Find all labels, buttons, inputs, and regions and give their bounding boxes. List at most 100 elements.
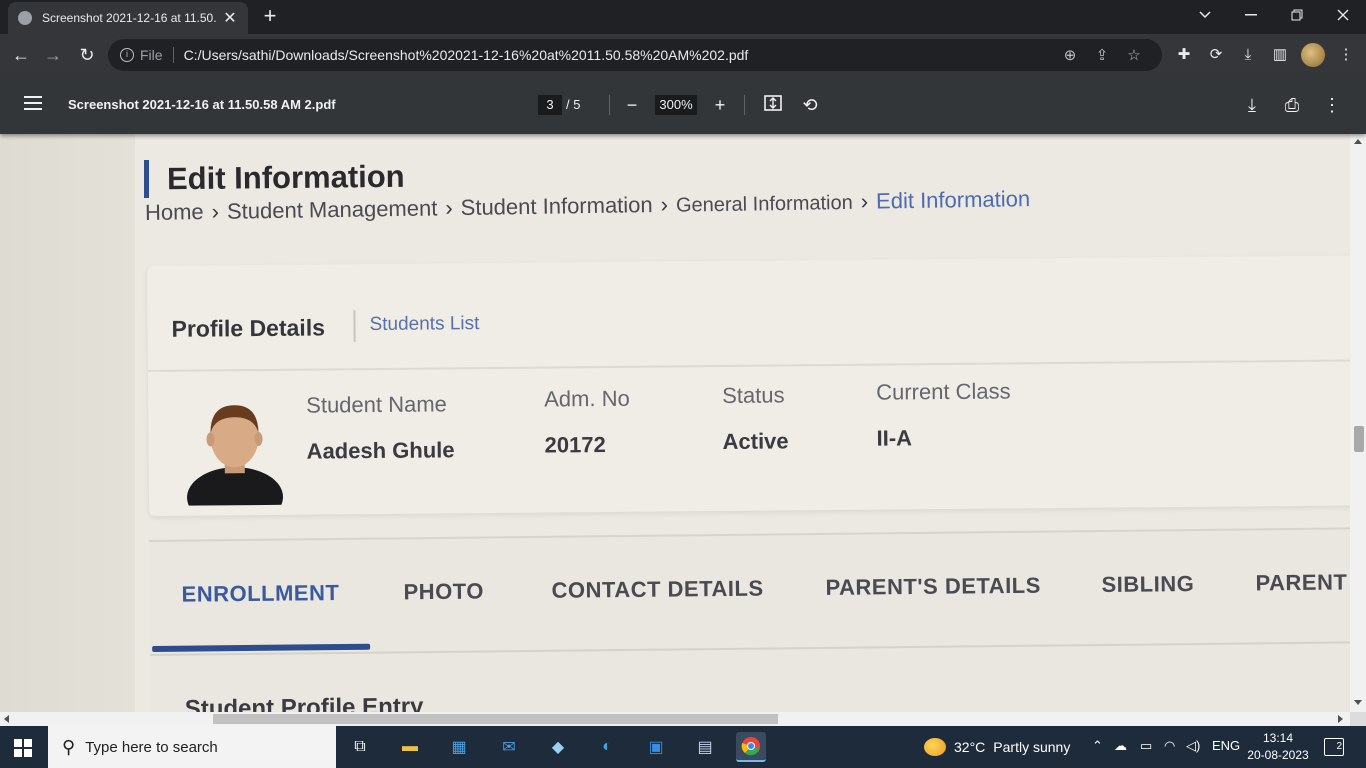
- windows-start-button[interactable]: [14, 739, 32, 757]
- tab-title: Screenshot 2021-12-16 at 11.50.5: [42, 11, 216, 25]
- onedrive-icon[interactable]: ☁: [1114, 738, 1127, 754]
- tab-photo: PHOTO: [403, 578, 485, 605]
- print-button[interactable]: ⎙: [1279, 92, 1305, 118]
- browser-toolbar: ← → ↻ i File C:/Users/sathi/Downloads/Sc…: [0, 34, 1366, 76]
- forward-button[interactable]: →: [40, 42, 66, 68]
- profile-details-title: Profile Details: [171, 314, 326, 342]
- browser-tab[interactable]: Screenshot 2021-12-16 at 11.50.5 ✕: [8, 2, 248, 34]
- zoom-in-button[interactable]: +: [707, 92, 733, 118]
- fit-page-button[interactable]: [760, 92, 786, 118]
- divider: [744, 95, 745, 115]
- close-icon: [1337, 9, 1349, 21]
- edge-icon[interactable]: ◐: [592, 732, 622, 762]
- divider: [147, 359, 1350, 372]
- avatar: [187, 405, 284, 506]
- breadcrumb-general-information: General Information: [675, 191, 853, 217]
- download-icon: ⤓: [1248, 95, 1256, 115]
- arrow-right-icon: →: [44, 45, 62, 65]
- app-icon[interactable]: ▣: [641, 732, 671, 762]
- scroll-right-icon[interactable]: [1338, 715, 1343, 723]
- clock[interactable]: 13:14 20-08-2023: [1246, 730, 1310, 764]
- close-window-button[interactable]: [1320, 0, 1366, 30]
- photographed-screen: Edit Information Home › Student Manageme…: [135, 134, 1350, 712]
- scroll-down-icon[interactable]: [1354, 700, 1362, 705]
- download-icon[interactable]: ⤓: [1237, 44, 1259, 66]
- arrow-left-icon: ←: [12, 45, 30, 65]
- volume-icon[interactable]: ◁): [1186, 738, 1200, 754]
- sync-icon[interactable]: ⟳: [1205, 44, 1227, 66]
- menu-dots-icon[interactable]: ⋮: [1335, 44, 1357, 66]
- printer-icon: ⎙: [1284, 95, 1300, 115]
- page-background: [0, 134, 135, 712]
- download-button[interactable]: ⤓: [1239, 92, 1265, 118]
- tab-sibling: SIBLING: [1101, 571, 1195, 598]
- vertical-scroll-thumb[interactable]: [1354, 426, 1364, 452]
- side-panel-icon[interactable]: ▥: [1269, 44, 1291, 66]
- zoom-icon[interactable]: ⊕: [1054, 46, 1086, 64]
- minimize-icon: [1245, 14, 1257, 16]
- weather-temp: 32°C: [954, 739, 986, 755]
- store-icon[interactable]: ▦: [444, 732, 474, 762]
- hamburger-menu-icon[interactable]: [24, 96, 42, 110]
- extensions-icon[interactable]: ✚: [1173, 44, 1195, 66]
- chevron-up-icon[interactable]: ⌃: [1092, 738, 1103, 754]
- battery-icon[interactable]: ▭: [1140, 738, 1152, 754]
- status-label: Status: [722, 382, 785, 408]
- scroll-up-icon[interactable]: [1354, 139, 1362, 144]
- chevron-right-icon: ›: [445, 195, 453, 221]
- close-tab-button[interactable]: ✕: [222, 8, 238, 28]
- horizontal-scrollbar[interactable]: [0, 712, 1350, 726]
- section-title: Student Profile Entry: [184, 693, 424, 712]
- page-number-input[interactable]: 3: [538, 95, 562, 115]
- language-indicator[interactable]: ENG: [1212, 738, 1240, 753]
- search-icon: ⚲: [62, 736, 76, 757]
- tabs-card: ENROLLMENT PHOTO CONTACT DETAILS PARENT'…: [149, 527, 1350, 712]
- pdf-title: Screenshot 2021-12-16 at 11.50.58 AM 2.p…: [68, 97, 336, 112]
- reload-button[interactable]: ↻: [74, 42, 100, 68]
- restore-icon: [1291, 9, 1303, 21]
- new-tab-button[interactable]: +: [258, 4, 282, 28]
- pdf-viewport[interactable]: Edit Information Home › Student Manageme…: [0, 134, 1350, 712]
- app-icon[interactable]: ▤: [690, 732, 720, 762]
- url-text[interactable]: C:/Users/sathi/Downloads/Screenshot%2020…: [184, 47, 1054, 63]
- restore-button[interactable]: [1274, 0, 1320, 30]
- task-view-icon[interactable]: ⧉: [345, 732, 375, 762]
- notification-center-button[interactable]: 2: [1324, 738, 1344, 756]
- tab-search-button[interactable]: [1182, 0, 1228, 30]
- title-accent-bar: [144, 160, 149, 198]
- wifi-icon[interactable]: ◠: [1164, 738, 1175, 754]
- fit-page-icon: [764, 95, 782, 111]
- share-icon[interactable]: ⇪: [1086, 46, 1118, 64]
- horizontal-scroll-thumb[interactable]: [213, 714, 778, 724]
- file-explorer-icon[interactable]: ▬: [395, 732, 425, 762]
- zoom-input[interactable]: 300%: [655, 95, 697, 115]
- more-options-button[interactable]: ⋮: [1319, 92, 1345, 118]
- current-class-value: II-A: [876, 425, 913, 451]
- weather-widget[interactable]: 32°C Partly sunny: [924, 738, 1070, 756]
- zoom-out-button[interactable]: −: [619, 92, 645, 118]
- vertical-scrollbar[interactable]: [1350, 134, 1366, 712]
- info-icon[interactable]: i: [120, 48, 134, 62]
- student-name-value: Aadesh Ghule: [306, 437, 455, 464]
- divider: [609, 95, 610, 115]
- scrollbar-corner: [1350, 712, 1366, 726]
- rotate-button[interactable]: ⟲: [797, 92, 823, 118]
- current-class-label: Current Class: [876, 378, 1011, 405]
- bookmark-star-icon[interactable]: ☆: [1118, 46, 1150, 64]
- taskbar-search[interactable]: ⚲ Type here to search: [48, 726, 336, 768]
- adm-no-label: Adm. No: [544, 385, 630, 412]
- profile-card: Profile Details Students List Student Na…: [147, 255, 1350, 516]
- minus-icon: −: [626, 95, 638, 115]
- search-placeholder: Type here to search: [85, 738, 218, 756]
- minimize-button[interactable]: [1228, 0, 1274, 30]
- app-icon[interactable]: ◆: [543, 732, 573, 762]
- address-bar[interactable]: i File C:/Users/sathi/Downloads/Screensh…: [108, 39, 1162, 71]
- chrome-icon[interactable]: [736, 732, 766, 762]
- back-button[interactable]: ←: [8, 42, 34, 68]
- scheme-label: File: [140, 47, 163, 63]
- active-tab-indicator: [152, 643, 371, 652]
- tab-parents-details: PARENT'S DETAILS: [825, 572, 1041, 600]
- scroll-left-icon[interactable]: [4, 715, 9, 723]
- profile-avatar[interactable]: [1301, 43, 1325, 67]
- mail-icon[interactable]: ✉: [494, 732, 524, 762]
